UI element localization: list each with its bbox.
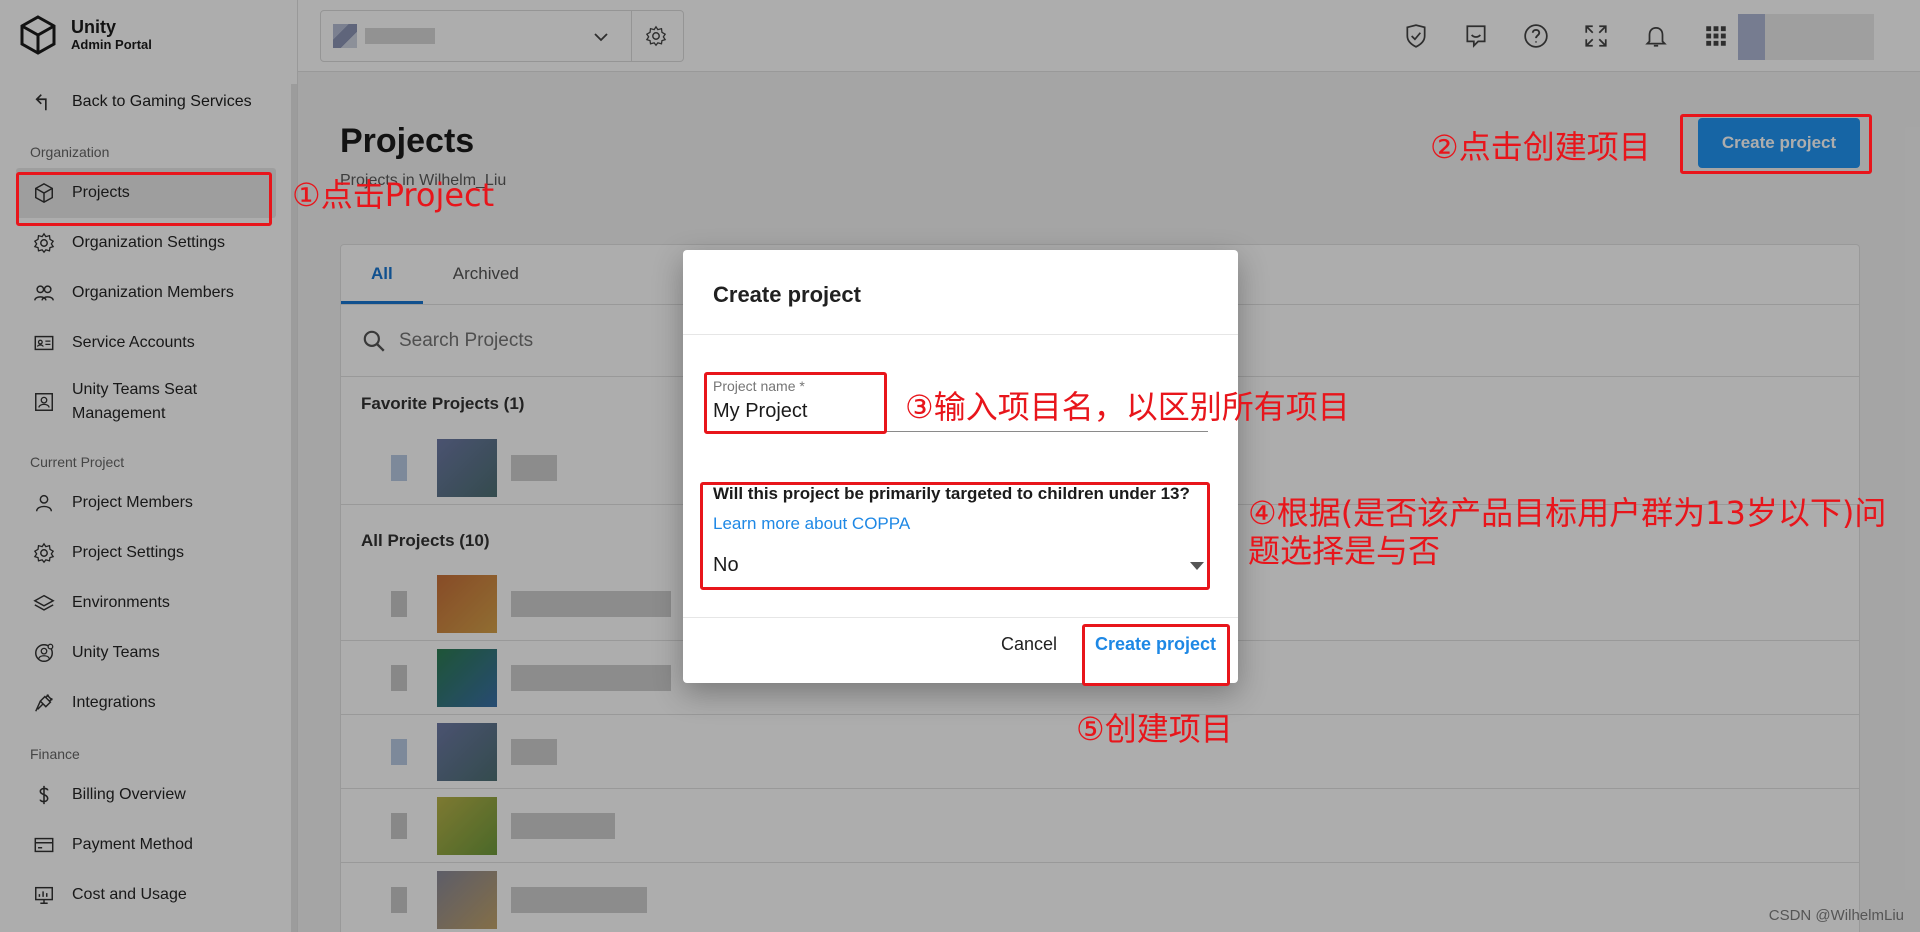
highlight-projects	[16, 172, 272, 226]
annotation-step-4: ④根据(是否该产品目标用户群为13岁以下)问题选择是与否	[1248, 494, 1887, 571]
annotation-step-3: ③输入项目名，以区别所有项目	[905, 388, 1350, 426]
highlight-create-project	[1680, 114, 1872, 174]
annotation-step-1: ①点击Project	[292, 176, 495, 214]
highlight-project-name	[704, 372, 887, 434]
highlight-coppa	[700, 482, 1210, 590]
annotation-step-5: ⑤创建项目	[1076, 710, 1233, 748]
watermark: CSDN @WilhelmLiu	[1768, 907, 1904, 924]
highlight-confirm-create	[1082, 624, 1230, 686]
create-project-dialog: Create project Project name * Will this …	[683, 250, 1238, 683]
annotation-step-2: ②点击创建项目	[1430, 128, 1651, 166]
dialog-title: Create project	[683, 250, 1238, 335]
cancel-button[interactable]: Cancel	[1001, 634, 1057, 655]
